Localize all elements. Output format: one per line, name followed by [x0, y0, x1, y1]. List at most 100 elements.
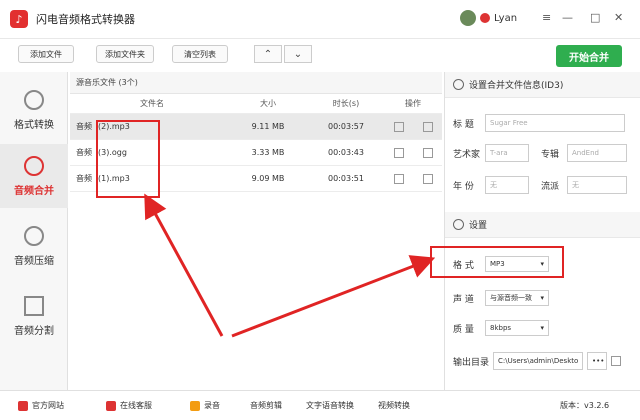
- folder-icon[interactable]: [611, 356, 621, 366]
- folder-icon[interactable]: [393, 147, 404, 158]
- album-input[interactable]: AndEnd: [567, 144, 627, 162]
- website-label: 官方网站: [32, 401, 64, 410]
- service-link[interactable]: 在线客服: [106, 400, 152, 411]
- quality-label: 质 量: [453, 324, 474, 335]
- sidebar-item-label: 音频压缩: [14, 255, 54, 267]
- website-link[interactable]: 官方网站: [18, 400, 64, 411]
- file-duration: 00:03:51: [328, 174, 364, 183]
- col-size: 大小: [260, 99, 276, 108]
- file-duration: 00:03:43: [328, 148, 364, 157]
- artist-input[interactable]: T-ara: [485, 144, 529, 162]
- tts-link[interactable]: 文字语音转换: [306, 400, 354, 411]
- file-list-title: 源音乐文件 (3个): [70, 72, 442, 94]
- move-down-button[interactable]: ⌄: [284, 45, 312, 63]
- chevron-down-icon: ▾: [540, 294, 544, 302]
- col-name: 文件名: [140, 99, 164, 108]
- settings-section-header: 设置: [445, 212, 640, 238]
- add-folder-button[interactable]: 添加文件夹: [96, 45, 154, 63]
- headset-icon: [106, 400, 116, 411]
- highlight-box-files: [96, 120, 160, 198]
- output-path-input[interactable]: C:\Users\admin\Deskto: [493, 352, 583, 370]
- quality-row: 质 量 8kbps ▾: [453, 320, 549, 336]
- service-label: 在线客服: [120, 401, 152, 410]
- start-merge-button[interactable]: 开始合并: [556, 45, 622, 67]
- avatar[interactable]: [460, 10, 476, 26]
- sidebar-item-convert[interactable]: 格式转换: [0, 78, 68, 142]
- folder-icon[interactable]: [393, 121, 404, 132]
- file-size: 3.33 MB: [251, 148, 285, 157]
- trash-icon[interactable]: [422, 147, 433, 158]
- output-row: 输出目录 C:\Users\admin\Deskto •••: [453, 352, 621, 370]
- menu-icon[interactable]: ≡: [542, 11, 551, 24]
- trash-icon[interactable]: [422, 121, 433, 132]
- year-input[interactable]: 无: [485, 176, 529, 194]
- gear-icon: [453, 219, 464, 230]
- quality-value: 8kbps: [490, 324, 512, 332]
- file-prefix: 音频: [76, 174, 92, 183]
- refresh-icon: [24, 89, 44, 110]
- folder-icon[interactable]: [393, 173, 404, 184]
- title-input[interactable]: Sugar Free: [485, 114, 625, 132]
- year-row: 年 份 无 流派 无: [453, 176, 627, 194]
- col-duration: 时长(s): [332, 99, 360, 108]
- sidebar-item-label: 格式转换: [14, 119, 54, 131]
- sidebar-item-label: 音频合并: [14, 185, 54, 197]
- merge-icon: [24, 155, 44, 176]
- id3-section-header: 设置合并文件信息(ID3): [445, 72, 640, 98]
- sidebar-item-split[interactable]: 音频分割: [0, 284, 68, 348]
- file-duration: 00:03:57: [328, 122, 364, 131]
- version-label: 版本：v3.2.6: [560, 401, 610, 410]
- genre-label: 流派: [541, 181, 560, 192]
- quality-select[interactable]: 8kbps ▾: [485, 320, 549, 336]
- chevron-down-icon: ▾: [540, 324, 544, 332]
- artist-label: 艺术家: [453, 149, 481, 160]
- highlight-box-format: [430, 246, 564, 278]
- app-title: 闪电音频格式转换器: [36, 13, 135, 26]
- sidebar: 格式转换 音频合并 音频压缩 音频分割: [0, 72, 68, 390]
- clear-list-button[interactable]: 清空列表: [172, 45, 228, 63]
- app-logo-icon: ♪: [10, 10, 28, 28]
- id3-title: 设置合并文件信息(ID3): [469, 81, 564, 91]
- file-size: 9.09 MB: [251, 174, 285, 183]
- settings-title: 设置: [469, 221, 488, 231]
- browse-button[interactable]: •••: [587, 352, 607, 370]
- maximize-button[interactable]: □: [590, 11, 600, 24]
- channel-value: 与源音频一致: [490, 294, 532, 302]
- channel-label: 声 道: [453, 294, 474, 305]
- record-label: 录音: [204, 401, 220, 410]
- version-text: 版本：v3.2.6: [560, 400, 609, 411]
- genre-input[interactable]: 无: [567, 176, 627, 194]
- trash-icon[interactable]: [422, 173, 433, 184]
- username: Lyan: [494, 12, 518, 24]
- channel-select[interactable]: 与源音频一致 ▾: [485, 290, 549, 306]
- bottom-bar: 官方网站 在线客服 录音 音频剪辑 文字语音转换 视频转换 版本：v3.2.6: [0, 390, 640, 420]
- headphones-icon: [453, 79, 464, 90]
- sidebar-item-merge[interactable]: 音频合并: [0, 144, 68, 208]
- add-file-button[interactable]: 添加文件: [18, 45, 74, 63]
- split-icon: [24, 295, 44, 316]
- compress-icon: [24, 225, 44, 246]
- sidebar-item-label: 音频分割: [14, 325, 54, 337]
- title-row: 标 题 Sugar Free: [453, 114, 625, 132]
- edit-link[interactable]: 音频剪辑: [250, 400, 282, 411]
- album-label: 专辑: [541, 149, 560, 160]
- video-link[interactable]: 视频转换: [378, 400, 410, 411]
- file-size: 9.11 MB: [251, 122, 285, 131]
- record-link[interactable]: 录音: [190, 400, 220, 411]
- file-prefix: 音频: [76, 122, 92, 131]
- user-info[interactable]: Lyan: [460, 10, 517, 26]
- year-label: 年 份: [453, 181, 474, 192]
- close-button[interactable]: ✕: [614, 11, 623, 24]
- minimize-button[interactable]: —: [562, 11, 573, 24]
- title-label: 标 题: [453, 119, 474, 130]
- output-label: 输出目录: [453, 357, 490, 368]
- sidebar-item-compress[interactable]: 音频压缩: [0, 214, 68, 278]
- toolbar: 添加文件 添加文件夹 清空列表 ⌃ ⌄ 开始合并: [0, 38, 640, 70]
- settings-panel: 设置合并文件信息(ID3) 标 题 Sugar Free 艺术家 T-ara 专…: [444, 72, 640, 390]
- file-prefix: 音频: [76, 148, 92, 157]
- edit-label: 音频剪辑: [250, 401, 282, 410]
- mic-icon: [190, 400, 200, 411]
- move-up-button[interactable]: ⌃: [254, 45, 282, 63]
- video-label: 视频转换: [378, 401, 410, 410]
- title-bar: ♪ 闪电音频格式转换器 Lyan ≡ — □ ✕: [0, 0, 640, 38]
